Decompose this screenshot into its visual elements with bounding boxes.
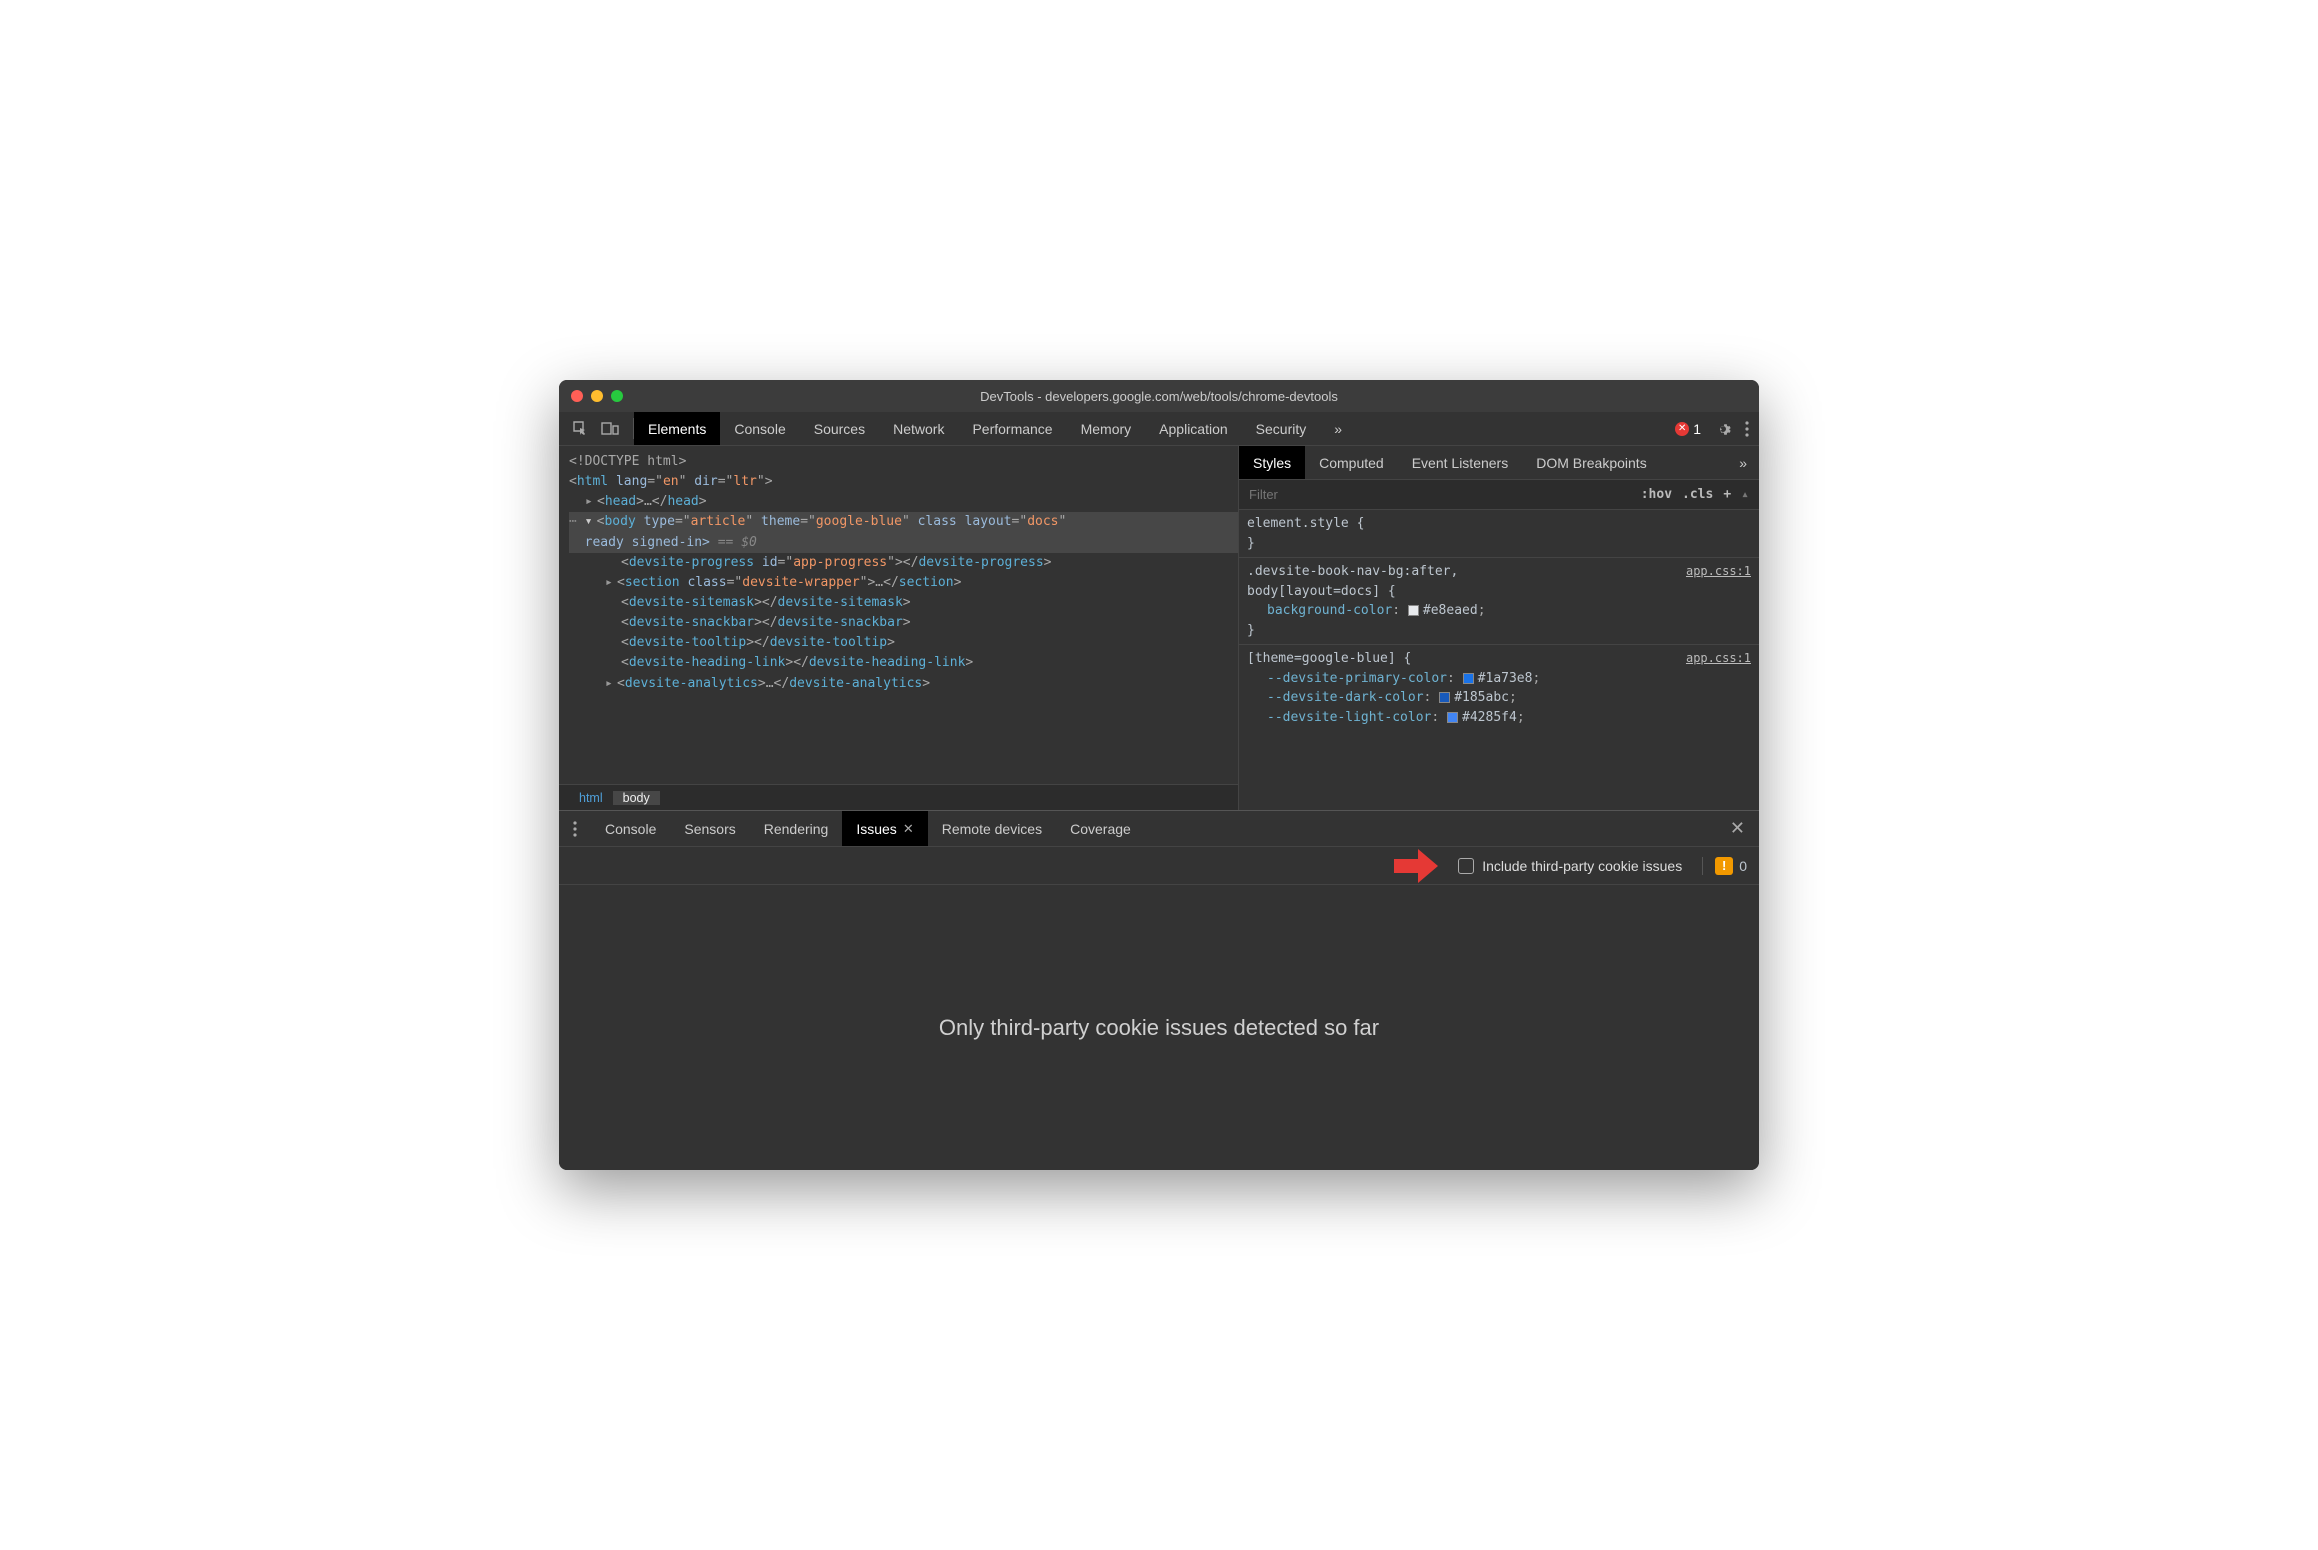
- styles-tabs: Styles Computed Event Listeners DOM Brea…: [1239, 446, 1759, 480]
- drawer-tab-console[interactable]: Console: [591, 811, 670, 846]
- drawer-tabs: Console Sensors Rendering Issues ✕ Remot…: [559, 811, 1759, 847]
- tab-security[interactable]: Security: [1242, 412, 1321, 445]
- annotation-arrow: [1394, 847, 1438, 885]
- toolbar-left-icons: [559, 412, 633, 445]
- close-window[interactable]: [571, 390, 583, 402]
- styles-tab-overflow[interactable]: »: [1727, 446, 1759, 479]
- tab-performance[interactable]: Performance: [958, 412, 1066, 445]
- issues-count-value: 0: [1739, 858, 1747, 874]
- color-swatch[interactable]: [1463, 673, 1474, 684]
- error-count-value: 1: [1693, 421, 1701, 437]
- issues-count[interactable]: ! 0: [1702, 857, 1747, 875]
- drawer-tab-issues[interactable]: Issues ✕: [842, 811, 927, 846]
- settings-icon[interactable]: [1715, 421, 1731, 437]
- styles-body[interactable]: element.style { } app.css:1 .devsite-boo…: [1239, 510, 1759, 810]
- drawer-close-icon[interactable]: ✕: [1716, 811, 1759, 846]
- dom-selected-body[interactable]: ⋯ ▾<body type="article" theme="google-bl…: [569, 512, 1238, 552]
- dom-doctype: <!DOCTYPE html>: [569, 454, 686, 469]
- color-swatch[interactable]: [1439, 692, 1450, 703]
- dom-tree[interactable]: <!DOCTYPE html> <html lang="en" dir="ltr…: [559, 446, 1238, 784]
- drawer-tab-sensors[interactable]: Sensors: [670, 811, 749, 846]
- tab-event-listeners[interactable]: Event Listeners: [1398, 446, 1523, 479]
- hov-toggle[interactable]: :hov: [1641, 487, 1672, 502]
- color-swatch[interactable]: [1447, 712, 1458, 723]
- styles-filter-buttons: :hov .cls + ▴: [1641, 487, 1759, 502]
- tab-network[interactable]: Network: [879, 412, 958, 445]
- devtools-window: DevTools - developers.google.com/web/too…: [559, 380, 1759, 1170]
- styles-filter-row: :hov .cls + ▴: [1239, 480, 1759, 510]
- issues-empty-state: Only third-party cookie issues detected …: [559, 885, 1759, 1170]
- zoom-window[interactable]: [611, 390, 623, 402]
- tab-elements[interactable]: Elements: [634, 412, 720, 445]
- rule-element-style[interactable]: element.style { }: [1239, 510, 1759, 558]
- rule-source-link[interactable]: app.css:1: [1686, 562, 1751, 580]
- main-toolbar: Elements Console Sources Network Perform…: [559, 412, 1759, 446]
- tab-dom-breakpoints[interactable]: DOM Breakpoints: [1522, 446, 1660, 479]
- panels: <!DOCTYPE html> <html lang="en" dir="ltr…: [559, 446, 1759, 810]
- close-tab-icon[interactable]: ✕: [903, 821, 914, 837]
- issues-toolbar: Include third-party cookie issues ! 0: [559, 847, 1759, 885]
- toolbar-right: ✕ 1: [1665, 412, 1759, 445]
- main-tabs: Elements Console Sources Network Perform…: [634, 412, 1665, 445]
- color-swatch[interactable]: [1408, 605, 1419, 616]
- rule-devsite-nav[interactable]: app.css:1 .devsite-book-nav-bg:after, bo…: [1239, 558, 1759, 645]
- inspect-icon[interactable]: [573, 421, 589, 437]
- minimize-window[interactable]: [591, 390, 603, 402]
- dom-breadcrumb: html body: [559, 784, 1238, 810]
- tab-application[interactable]: Application: [1145, 412, 1242, 445]
- kebab-icon[interactable]: [1745, 421, 1749, 437]
- tab-console[interactable]: Console: [720, 412, 799, 445]
- drawer-tab-rendering[interactable]: Rendering: [750, 811, 843, 846]
- styles-scrollbar-icon[interactable]: ▴: [1741, 487, 1749, 502]
- error-count[interactable]: ✕ 1: [1675, 421, 1701, 437]
- window-title: DevTools - developers.google.com/web/too…: [559, 389, 1759, 404]
- drawer: Console Sensors Rendering Issues ✕ Remot…: [559, 810, 1759, 1170]
- breadcrumb-html[interactable]: html: [569, 791, 613, 805]
- include-third-party-checkbox[interactable]: [1458, 858, 1474, 874]
- rule-source-link[interactable]: app.css:1: [1686, 649, 1751, 667]
- breadcrumb-body[interactable]: body: [613, 791, 660, 805]
- drawer-kebab-icon[interactable]: [559, 811, 591, 846]
- tab-sources[interactable]: Sources: [800, 412, 879, 445]
- include-third-party-label: Include third-party cookie issues: [1482, 858, 1682, 874]
- styles-filter-input[interactable]: [1239, 487, 1641, 502]
- styles-panel: Styles Computed Event Listeners DOM Brea…: [1239, 446, 1759, 810]
- tab-styles[interactable]: Styles: [1239, 446, 1305, 479]
- drawer-tab-remote[interactable]: Remote devices: [928, 811, 1056, 846]
- drawer-tab-coverage[interactable]: Coverage: [1056, 811, 1145, 846]
- device-toolbar-icon[interactable]: [601, 421, 619, 437]
- traffic-lights: [571, 390, 623, 402]
- rule-theme-blue[interactable]: app.css:1 [theme=google-blue] { --devsit…: [1239, 645, 1759, 731]
- new-rule-button[interactable]: +: [1723, 487, 1731, 502]
- cls-toggle[interactable]: .cls: [1682, 487, 1713, 502]
- tab-computed[interactable]: Computed: [1305, 446, 1398, 479]
- elements-panel: <!DOCTYPE html> <html lang="en" dir="ltr…: [559, 446, 1239, 810]
- window-titlebar: DevTools - developers.google.com/web/too…: [559, 380, 1759, 412]
- error-icon: ✕: [1675, 422, 1689, 436]
- tab-memory[interactable]: Memory: [1067, 412, 1146, 445]
- tab-overflow[interactable]: »: [1320, 412, 1356, 445]
- warning-icon: !: [1715, 857, 1733, 875]
